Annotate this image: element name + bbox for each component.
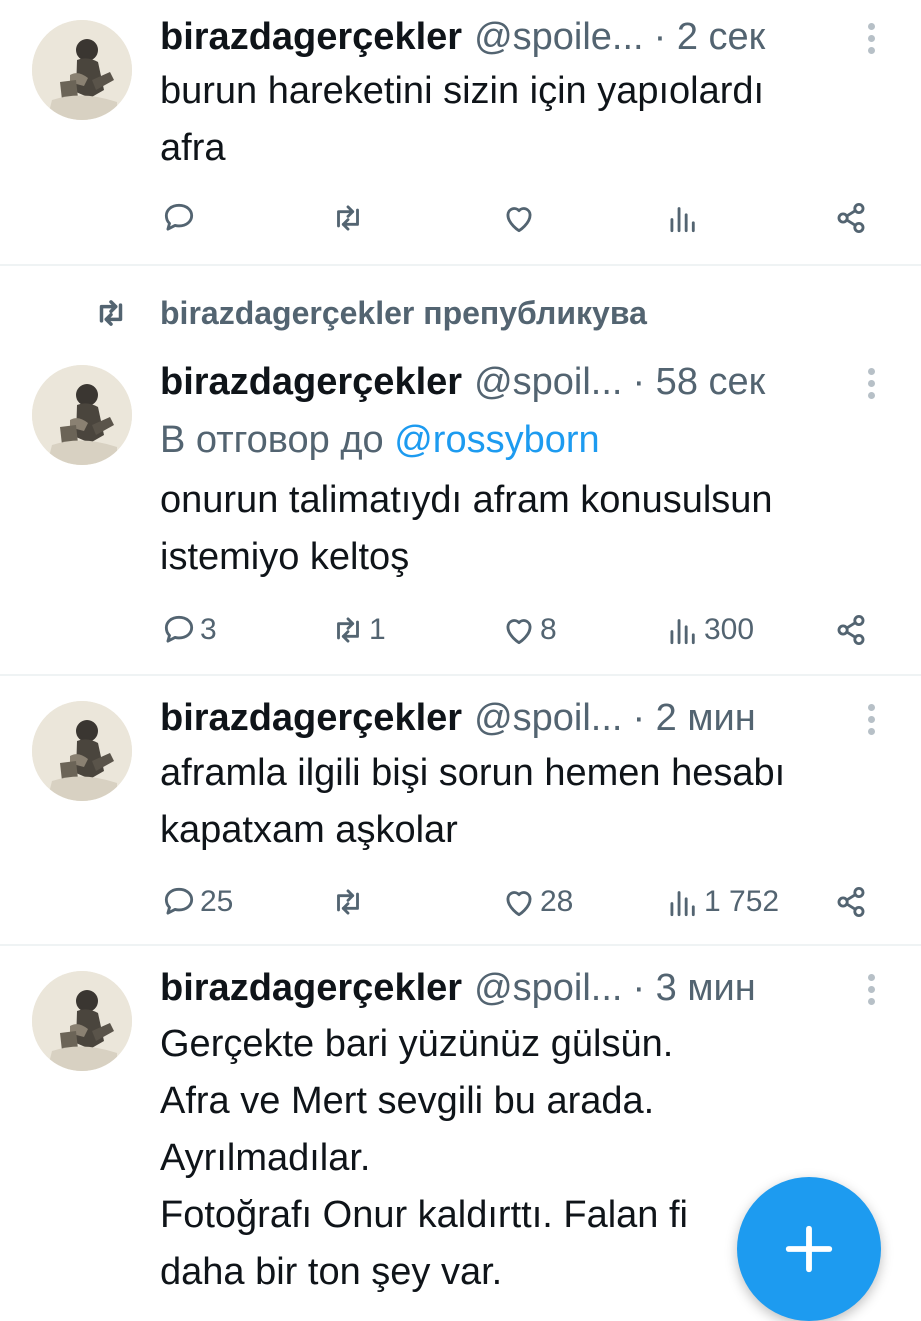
- tweet-time[interactable]: · 2 сек: [654, 16, 766, 58]
- more-icon[interactable]: [858, 364, 884, 404]
- retweet-banner[interactable]: birazdagerçekler препубликува: [0, 290, 921, 336]
- reply-count: 3: [200, 613, 217, 646]
- tweet-line: Gerçekte bari yüzünüz gülsün.: [160, 1023, 674, 1065]
- like-icon: [506, 207, 532, 233]
- reply-context: В отговор до @rossyborn: [160, 419, 600, 461]
- retweet-banner-text: birazdagerçekler препубликува: [160, 295, 647, 331]
- reply-button[interactable]: 3: [160, 605, 217, 655]
- tweet-text: onurun talimatıydı afram konusulsun iste…: [160, 472, 773, 586]
- views-button[interactable]: 300: [664, 605, 754, 655]
- divider: [0, 264, 921, 266]
- reply-icon: [164, 203, 194, 231]
- tweet-line: Ayrılmadılar.: [160, 1137, 371, 1179]
- tweet-line: istemiyo keltoş: [160, 536, 410, 578]
- author-name[interactable]: birazdagerçekler: [160, 967, 462, 1009]
- more-icon[interactable]: [858, 970, 884, 1010]
- author-handle[interactable]: @spoil...: [474, 967, 622, 1009]
- tweet-header: birazdagerçekler @spoil... · 58 сек: [160, 360, 765, 404]
- tweet-actions: [0, 193, 921, 243]
- retweet-count: 1: [369, 613, 386, 646]
- tweet-line: afra: [160, 127, 226, 169]
- retweet-icon: [99, 300, 123, 326]
- tweet[interactable]: birazdagerçekler @spoil... · 2 мин aframla…: [0, 676, 921, 944]
- author-name[interactable]: birazdagerçekler: [160, 16, 462, 58]
- views-count: 300: [704, 613, 755, 646]
- share-icon: [837, 614, 865, 646]
- tweet-line: aframla ilgili bişi sorun hemen hesabı: [160, 752, 786, 794]
- share-icon: [837, 202, 865, 234]
- reply-button[interactable]: 25: [160, 877, 233, 927]
- tweet[interactable]: birazdagerçekler @spoil... · 58 сек В отго…: [0, 340, 921, 670]
- views-count: 1 752: [704, 885, 780, 918]
- like-button[interactable]: 28: [500, 877, 573, 927]
- share-button[interactable]: [832, 193, 870, 243]
- tweet-line: Afra ve Mert sevgili bu arada.: [160, 1080, 655, 1122]
- tweet-text: Gerçekte bari yüzünüz gülsün. Afra ve Me…: [160, 1016, 688, 1301]
- mention-link[interactable]: @rossyborn: [394, 419, 599, 461]
- like-icon: [506, 891, 532, 917]
- avatar[interactable]: [32, 365, 132, 465]
- tweet-time[interactable]: · 58 сек: [632, 361, 765, 403]
- avatar[interactable]: [32, 701, 132, 801]
- tweet-actions: 3 1 8 300: [0, 605, 921, 655]
- compose-plus-icon: [785, 1225, 833, 1273]
- tweet[interactable]: birazdagerçekler @spoile... · 2 сек burun …: [0, 0, 921, 262]
- tweet-line: burun hareketini sizin için yapıolardı: [160, 70, 765, 112]
- share-icon: [837, 886, 865, 918]
- tweet-line: onurun talimatıydı afram konusulsun: [160, 479, 773, 521]
- avatar[interactable]: [32, 20, 132, 120]
- views-button[interactable]: [664, 193, 704, 243]
- tweet-text: aframla ilgili bişi sorun hemen hesabı k…: [160, 745, 785, 859]
- compose-button[interactable]: [737, 1177, 881, 1321]
- author-handle[interactable]: @spoile...: [474, 16, 644, 58]
- views-icon: [670, 619, 695, 645]
- reply-icon: [164, 887, 194, 915]
- author-name[interactable]: birazdagerçekler: [160, 361, 462, 403]
- share-button[interactable]: [832, 877, 870, 927]
- more-icon[interactable]: [858, 19, 884, 59]
- tweet-line: daha bir ton şey var.: [160, 1251, 503, 1293]
- tweet-time[interactable]: · 2 мин: [632, 697, 755, 739]
- reply-icon: [164, 615, 194, 643]
- share-button[interactable]: [832, 605, 870, 655]
- author-handle[interactable]: @spoil...: [474, 361, 622, 403]
- views-icon: [670, 207, 695, 233]
- reply-count: 25: [200, 885, 234, 918]
- like-count: 28: [540, 885, 574, 918]
- tweet-time[interactable]: · 3 мин: [632, 967, 755, 1009]
- reply-button[interactable]: [160, 193, 200, 243]
- tweet-header: birazdagerçekler @spoile... · 2 сек: [160, 15, 765, 59]
- retweet-icon: [337, 889, 359, 915]
- tweet-text: burun hareketini sizin için yapıolardı a…: [160, 63, 764, 177]
- author-name[interactable]: birazdagerçekler: [160, 697, 462, 739]
- tweet-header: birazdagerçekler @spoil... · 2 мин: [160, 696, 756, 740]
- views-button[interactable]: 1 752: [664, 877, 779, 927]
- views-icon: [670, 891, 695, 917]
- retweet-button[interactable]: [329, 193, 369, 243]
- tweet-line: Fotoğrafı Onur kaldırttı. Falan fi: [160, 1194, 688, 1236]
- author-handle[interactable]: @spoil...: [474, 697, 622, 739]
- retweet-button[interactable]: 1: [329, 605, 386, 655]
- tweet-header: birazdagerçekler @spoil... · 3 мин: [160, 966, 756, 1010]
- like-icon: [506, 619, 532, 645]
- tweet-line: kapatxam aşkolar: [160, 809, 458, 851]
- more-icon[interactable]: [858, 700, 884, 740]
- like-button[interactable]: [500, 193, 540, 243]
- tweet-actions: 25 28 1 752: [0, 877, 921, 927]
- retweet-button[interactable]: [329, 877, 369, 927]
- like-count: 8: [540, 613, 557, 646]
- retweet-icon: [337, 205, 359, 231]
- retweet-icon: [337, 617, 359, 643]
- avatar[interactable]: [32, 971, 132, 1071]
- like-button[interactable]: 8: [500, 605, 557, 655]
